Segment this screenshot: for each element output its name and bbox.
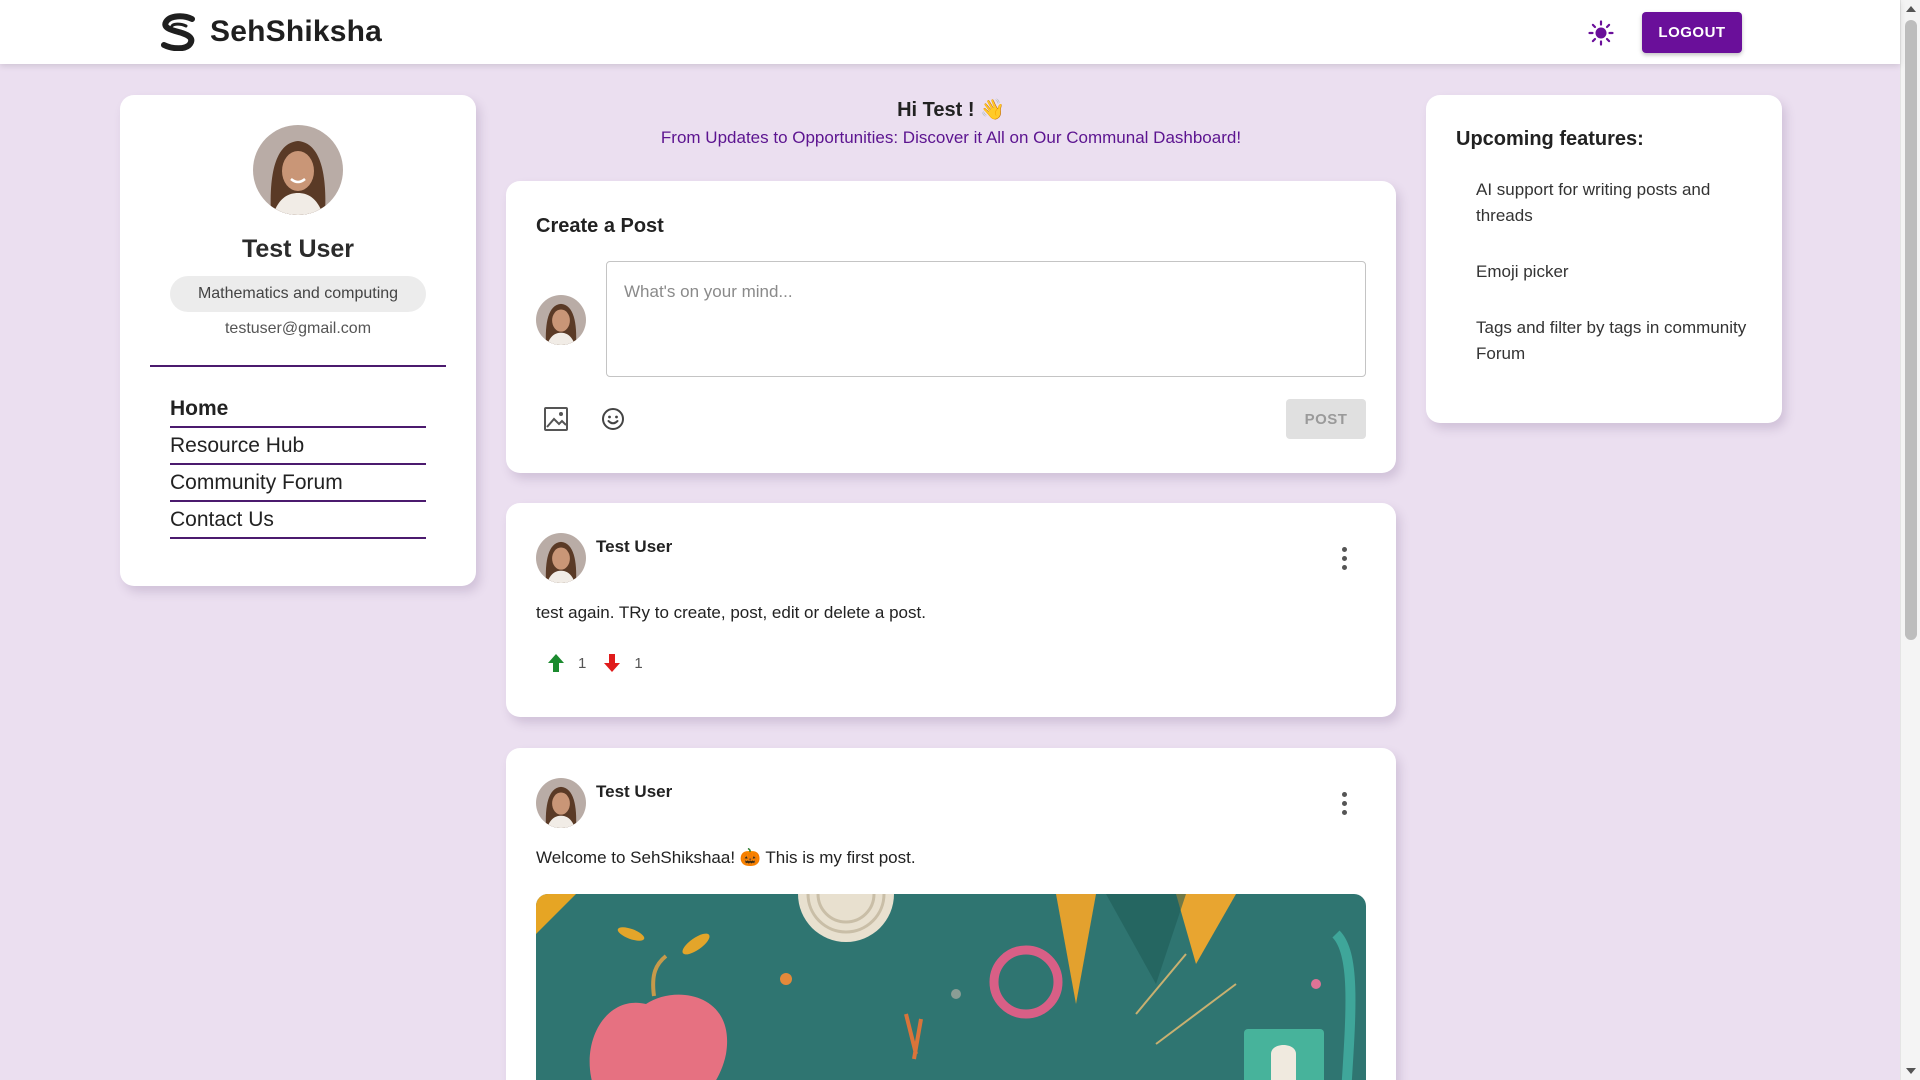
list-item: Emoji picker (1476, 262, 1569, 281)
profile-name: Test User (241, 235, 355, 263)
sidebar-item-home[interactable]: Home (170, 391, 426, 428)
more-options-icon[interactable] (1332, 788, 1356, 818)
features-title: Upcoming features: (1456, 128, 1644, 150)
avatar (536, 295, 586, 345)
add-image-button[interactable] (540, 402, 574, 436)
greeting-title: Hi Test ! 👋 (897, 99, 1005, 121)
arrow-up-icon (548, 654, 564, 672)
downvote-button[interactable] (600, 651, 624, 675)
post-card: Test User Welcome to SehShikshaa! 🎃 This… (506, 748, 1396, 1080)
brand-name: SehShiksha (210, 15, 383, 48)
post-card: Test User test again. TRy to create, pos… (506, 503, 1396, 717)
features-list: AI support for writing posts and threads… (1476, 177, 1756, 397)
create-post-title: Create a Post (536, 215, 664, 237)
logout-button[interactable]: LOGOUT (1642, 12, 1742, 53)
sidebar-nav: Home Resource Hub Community Forum Contac… (170, 391, 426, 539)
profile-card: Test User Mathematics and computing test… (120, 95, 476, 586)
post-image[interactable] (536, 894, 1366, 1080)
list-item: Tags and filter by tags in community For… (1476, 318, 1747, 363)
profile-email: testuser@gmail.com (224, 320, 372, 337)
create-post-card: Create a Post POST (506, 181, 1396, 473)
arrow-down-icon (604, 654, 621, 672)
post-input[interactable] (606, 261, 1366, 377)
image-icon (544, 407, 568, 431)
more-options-icon[interactable] (1332, 543, 1356, 573)
smiley-icon (602, 408, 624, 430)
downvote-count: 1 (634, 654, 643, 672)
greeting: Hi Test ! 👋 From Updates to Opportunitie… (506, 97, 1396, 148)
sun-icon (1588, 20, 1614, 46)
post-author[interactable]: Test User (596, 782, 672, 802)
upvote-button[interactable] (544, 651, 568, 675)
brand[interactable]: SehShiksha (158, 13, 382, 51)
greeting-subtitle: From Updates to Opportunities: Discover … (660, 128, 1242, 147)
vote-bar: 1 1 (544, 651, 657, 675)
profile-avatar (253, 125, 343, 215)
brand-logo-icon (161, 13, 195, 51)
scrollbar-thumb[interactable] (1905, 20, 1917, 640)
post-button[interactable]: POST (1286, 399, 1366, 439)
scroll-up-arrow-icon[interactable] (1906, 6, 1916, 12)
sidebar-item-community-forum[interactable]: Community Forum (170, 465, 426, 502)
sidebar-item-resource-hub[interactable]: Resource Hub (170, 428, 426, 465)
top-navbar: SehShiksha LOGOUT (0, 0, 1900, 64)
avatar (536, 778, 586, 828)
list-item: AI support for writing posts and threads (1476, 180, 1711, 225)
upcoming-features-card: Upcoming features: AI support for writin… (1426, 95, 1782, 423)
post-author[interactable]: Test User (596, 537, 672, 557)
theme-toggle-button[interactable] (1586, 18, 1616, 48)
emoji-button[interactable] (596, 402, 630, 436)
post-text: Welcome to SehShikshaa! 🎃 This is my fir… (536, 848, 916, 867)
scroll-down-arrow-icon[interactable] (1906, 1068, 1916, 1074)
page-scrollbar[interactable] (1900, 0, 1920, 1080)
post-text: test again. TRy to create, post, edit or… (536, 603, 926, 622)
sidebar-item-contact-us[interactable]: Contact Us (170, 502, 426, 539)
upvote-count: 1 (578, 654, 587, 672)
divider (150, 365, 446, 367)
avatar (536, 533, 586, 583)
department-chip: Mathematics and computing (170, 276, 426, 312)
